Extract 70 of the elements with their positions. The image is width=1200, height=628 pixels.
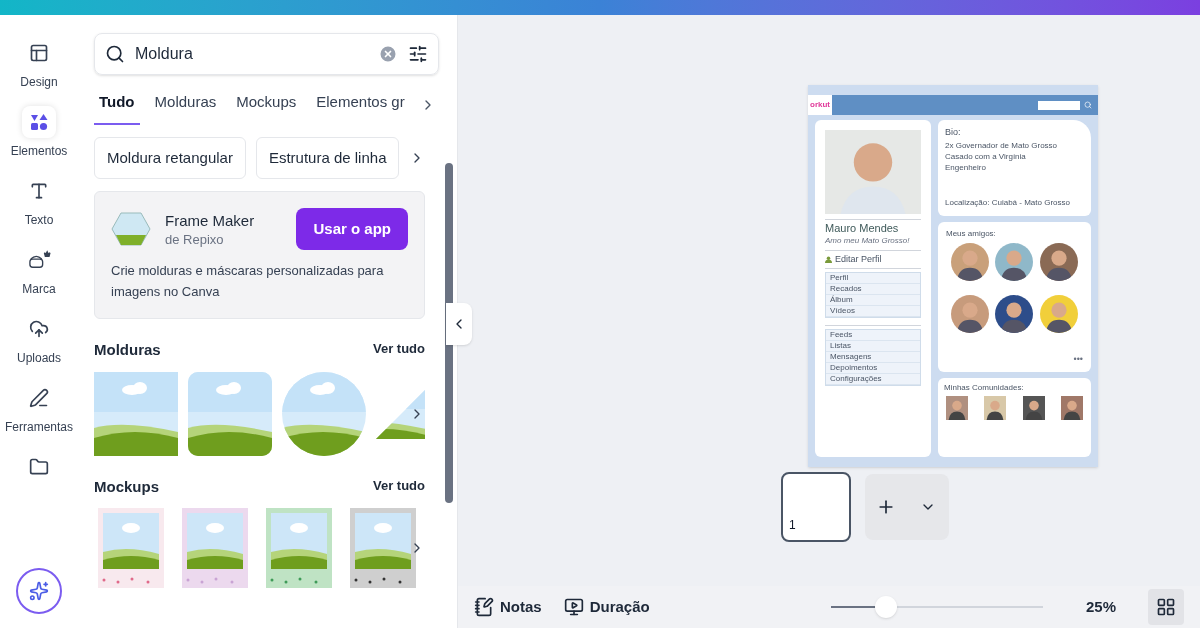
menu-item[interactable]: Álbum bbox=[826, 295, 920, 306]
rail-item[interactable]: Texto bbox=[1, 175, 77, 226]
menu-item[interactable]: Listas bbox=[826, 341, 920, 352]
page-thumbnail[interactable]: 1 bbox=[781, 472, 851, 542]
zoom-reading: 25% bbox=[1085, 596, 1116, 617]
menu-item[interactable]: Depoimentos bbox=[826, 363, 920, 374]
bio-line: Casado com a Virgínia bbox=[945, 152, 1027, 162]
tab[interactable]: Mockups bbox=[231, 90, 302, 125]
suggestion-chip[interactable]: Moldura retangular bbox=[94, 137, 246, 179]
sparkle-icon bbox=[29, 581, 49, 601]
menu-item[interactable]: Recados bbox=[826, 284, 920, 295]
text-icon bbox=[29, 181, 49, 201]
bio-line: Engenheiro bbox=[945, 163, 987, 173]
search-field[interactable]: Moldura bbox=[94, 33, 439, 75]
bio-title: Bio: bbox=[945, 128, 962, 137]
crown-brand-icon bbox=[27, 250, 51, 270]
magic-button[interactable] bbox=[16, 568, 62, 614]
see-all-link[interactable]: Ver tudo bbox=[373, 475, 425, 498]
grid-view-button[interactable] bbox=[1148, 589, 1184, 625]
section-title: Mockups bbox=[94, 476, 159, 497]
app-author: de Repixo bbox=[165, 232, 225, 246]
rail-item[interactable]: Design bbox=[1, 37, 77, 88]
collapse-handle[interactable] bbox=[446, 303, 472, 345]
tab[interactable]: Elementos gr bbox=[311, 90, 410, 125]
shapes-icon bbox=[29, 112, 49, 132]
menu-item[interactable]: Feeds bbox=[826, 330, 920, 341]
logo: orkut bbox=[808, 95, 832, 115]
layout-icon bbox=[29, 43, 49, 63]
bio-line: 2x Governador de Mato Grosso bbox=[945, 141, 1059, 151]
communities-title: Minhas Comunidades: bbox=[944, 384, 1025, 392]
design-page[interactable] bbox=[808, 85, 1098, 467]
menu-item[interactable]: Vídeos bbox=[826, 306, 920, 317]
search-icon bbox=[105, 44, 125, 64]
suggestion-chip[interactable]: Estrutura de linha bbox=[255, 137, 400, 179]
profile-tagline: Amo meu Mato Grosso! bbox=[825, 237, 911, 245]
tab[interactable]: Tudo bbox=[94, 90, 140, 125]
menu-item[interactable]: Perfil bbox=[826, 273, 920, 284]
duration-button[interactable]: Duração bbox=[563, 595, 650, 619]
menu-item[interactable]: Mensagens bbox=[826, 352, 920, 363]
rail-item[interactable]: Elementos bbox=[1, 106, 77, 157]
profile-name: Mauro Mendes bbox=[825, 223, 900, 234]
person-icon bbox=[825, 256, 832, 263]
edit-profile-link[interactable]: Editar Perfil bbox=[835, 255, 882, 264]
tab[interactable]: Molduras bbox=[149, 90, 222, 125]
search-value: Moldura bbox=[135, 44, 194, 64]
rail-item[interactable]: Ferramentas bbox=[1, 382, 77, 433]
section-title: Molduras bbox=[94, 340, 161, 360]
see-all-link[interactable]: Ver tudo bbox=[373, 339, 425, 362]
use-app-button[interactable]: Usar o app bbox=[296, 208, 408, 250]
cloud-upload-icon bbox=[29, 319, 49, 339]
more-dots[interactable]: ••• bbox=[1073, 355, 1083, 364]
search-icon bbox=[1084, 101, 1092, 109]
filter-icon[interactable] bbox=[408, 44, 428, 64]
rail-item[interactable]: Uploads bbox=[1, 313, 77, 364]
menu-item[interactable]: Configurações bbox=[826, 374, 920, 385]
clear-icon[interactable] bbox=[378, 44, 398, 64]
slider-thumb[interactable] bbox=[875, 596, 898, 618]
app-title: Frame Maker bbox=[165, 212, 256, 228]
grid-icon bbox=[1156, 597, 1176, 617]
rail-item[interactable]: Marca bbox=[1, 244, 77, 295]
search-field bbox=[1038, 100, 1080, 110]
friends-title: Meus amigos: bbox=[946, 230, 997, 238]
notes-button[interactable]: Notas bbox=[474, 595, 542, 619]
pen-icon bbox=[29, 388, 49, 408]
app-description: Crie molduras e máscaras personalizadas para imagens no Canva bbox=[111, 262, 385, 301]
hexagon-icon bbox=[111, 211, 151, 247]
folder-icon bbox=[29, 457, 49, 477]
play-icon bbox=[563, 597, 584, 617]
location-text: Localização: Cuiabá - Mato Grosso bbox=[945, 198, 1071, 208]
notes-icon bbox=[474, 597, 494, 617]
